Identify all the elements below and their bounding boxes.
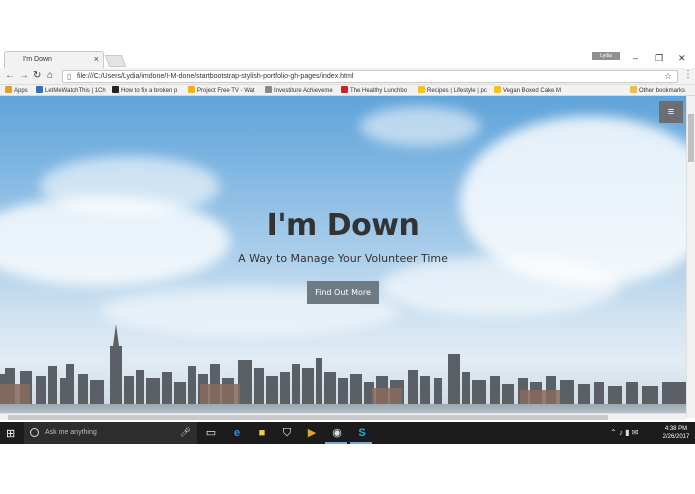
- windows-start-icon[interactable]: ⊞: [6, 427, 15, 440]
- hero-subtitle: A Way to Manage Your Volunteer Time: [238, 252, 448, 265]
- folder-icon: [630, 86, 637, 93]
- site-icon: [36, 86, 43, 93]
- bookmark-label: Recipes | Lifestyle | pc: [427, 88, 487, 94]
- cloud: [40, 156, 220, 216]
- vertical-scrollbar[interactable]: [686, 96, 695, 418]
- cortana-icon: [30, 428, 39, 437]
- profile-button[interactable]: Lydia: [592, 52, 620, 60]
- bookmark-apps[interactable]: Apps: [5, 86, 37, 95]
- clock[interactable]: 4:38 PM 2/26/2017: [660, 425, 692, 441]
- site-icon: [494, 86, 501, 93]
- bookmark-item[interactable]: Recipes | Lifestyle | pc: [418, 86, 488, 95]
- restore-icon[interactable]: ❐: [655, 53, 663, 64]
- cloud: [380, 256, 620, 316]
- reload-icon[interactable]: ↻: [33, 70, 41, 81]
- site-icon: [188, 86, 195, 93]
- browser-toolbar: ← → ↻ ⌂ ▯ file:///C:/Users/Lydia/imdone/…: [0, 68, 695, 85]
- clock-date: 2/26/2017: [662, 434, 690, 440]
- hero-title: I'm Down: [266, 208, 420, 243]
- store-icon[interactable]: ⛉: [280, 426, 294, 440]
- apps-icon: [5, 86, 12, 93]
- file-explorer-icon[interactable]: ■: [255, 426, 269, 440]
- clock-time: 4:38 PM: [664, 426, 688, 432]
- city-skyline: [0, 324, 686, 406]
- bookmark-label: LetMeWatchThis | 1Ch: [45, 88, 106, 94]
- back-icon[interactable]: ←: [5, 70, 15, 81]
- new-tab-button[interactable]: [104, 55, 127, 67]
- bookmark-item[interactable]: Vegan Boxed Cake M: [494, 86, 564, 95]
- search-placeholder: Ask me anything: [45, 429, 97, 436]
- bookmark-item[interactable]: The Healthy Lunchbo: [341, 86, 411, 95]
- bookmark-label: The Healthy Lunchbo: [350, 88, 408, 94]
- cortana-search[interactable]: Ask me anything 🎤︎: [24, 422, 197, 444]
- bookmark-item[interactable]: LetMeWatchThis | 1Ch: [36, 86, 106, 95]
- url-text: file:///C:/Users/Lydia/imdone/I-M-done/s…: [77, 73, 354, 80]
- scrollbar-thumb[interactable]: [8, 415, 608, 420]
- system-tray[interactable]: ⌃ ♪ ▮ ✉: [610, 428, 638, 437]
- close-window-icon[interactable]: ✕: [678, 53, 686, 64]
- browser-tab[interactable]: I'm Down ×: [4, 51, 104, 68]
- skype-icon[interactable]: S: [355, 426, 369, 440]
- edge-icon[interactable]: e: [230, 426, 244, 440]
- bookmark-label: Project Free TV - Wat: [197, 88, 255, 94]
- home-icon[interactable]: ⌂: [47, 70, 53, 81]
- microphone-icon[interactable]: 🎤︎: [180, 427, 191, 438]
- bookmark-item[interactable]: Investiture Achieveme: [265, 86, 337, 95]
- cloud: [360, 106, 480, 146]
- bookmark-label: Investiture Achieveme: [274, 88, 333, 94]
- screen: I'm Down × Lydia – ❐ ✕ ← → ↻ ⌂ ▯ file://…: [0, 0, 695, 494]
- bookmark-label: Vegan Boxed Cake M: [503, 88, 562, 94]
- task-view-icon[interactable]: ▭: [204, 426, 218, 440]
- bookmark-item[interactable]: How to fix a broken p: [112, 86, 184, 95]
- bookmarks-bar: Apps LetMeWatchThis | 1Ch How to fix a b…: [0, 85, 695, 96]
- tab-title: I'm Down: [23, 56, 52, 63]
- bookmark-label: Other bookmarks: [639, 88, 686, 94]
- bookmark-star-icon[interactable]: ☆: [664, 71, 672, 82]
- media-icon[interactable]: ▶: [305, 426, 319, 440]
- windows-taskbar: ⊞ Ask me anything 🎤︎ ▭ e ■ ⛉ ▶ ◉ S ⌃ ♪ ▮…: [0, 422, 695, 444]
- minimize-icon[interactable]: –: [633, 53, 638, 63]
- chrome-icon[interactable]: ◉: [330, 426, 344, 440]
- active-app-indicator: [350, 442, 372, 444]
- bookmark-label: How to fix a broken p: [121, 88, 178, 94]
- site-icon: [341, 86, 348, 93]
- bookmark-item[interactable]: Project Free TV - Wat: [188, 86, 260, 95]
- tab-close-icon[interactable]: ×: [94, 54, 99, 64]
- scrollbar-thumb[interactable]: [688, 114, 694, 162]
- document-icon: [265, 86, 272, 93]
- site-icon: [112, 86, 119, 93]
- tab-strip: I'm Down × Lydia – ❐ ✕: [0, 50, 695, 68]
- menu-toggle-button[interactable]: ≡: [659, 101, 683, 123]
- site-icon: [418, 86, 425, 93]
- hero-section: ≡ I'm Down A Way to Manage Your Voluntee…: [0, 96, 686, 418]
- horizontal-scrollbar[interactable]: [0, 413, 686, 420]
- forward-icon[interactable]: →: [19, 70, 29, 81]
- browser-menu-icon[interactable]: ⋮: [683, 69, 693, 80]
- address-bar[interactable]: ▯ file:///C:/Users/Lydia/imdone/I-M-done…: [62, 70, 678, 83]
- find-out-more-button[interactable]: Find Out More: [307, 281, 379, 304]
- bookmark-label: Apps: [14, 88, 28, 94]
- page-icon: ▯: [67, 72, 72, 81]
- other-bookmarks[interactable]: Other bookmarks: [630, 86, 692, 95]
- active-app-indicator: [325, 442, 347, 444]
